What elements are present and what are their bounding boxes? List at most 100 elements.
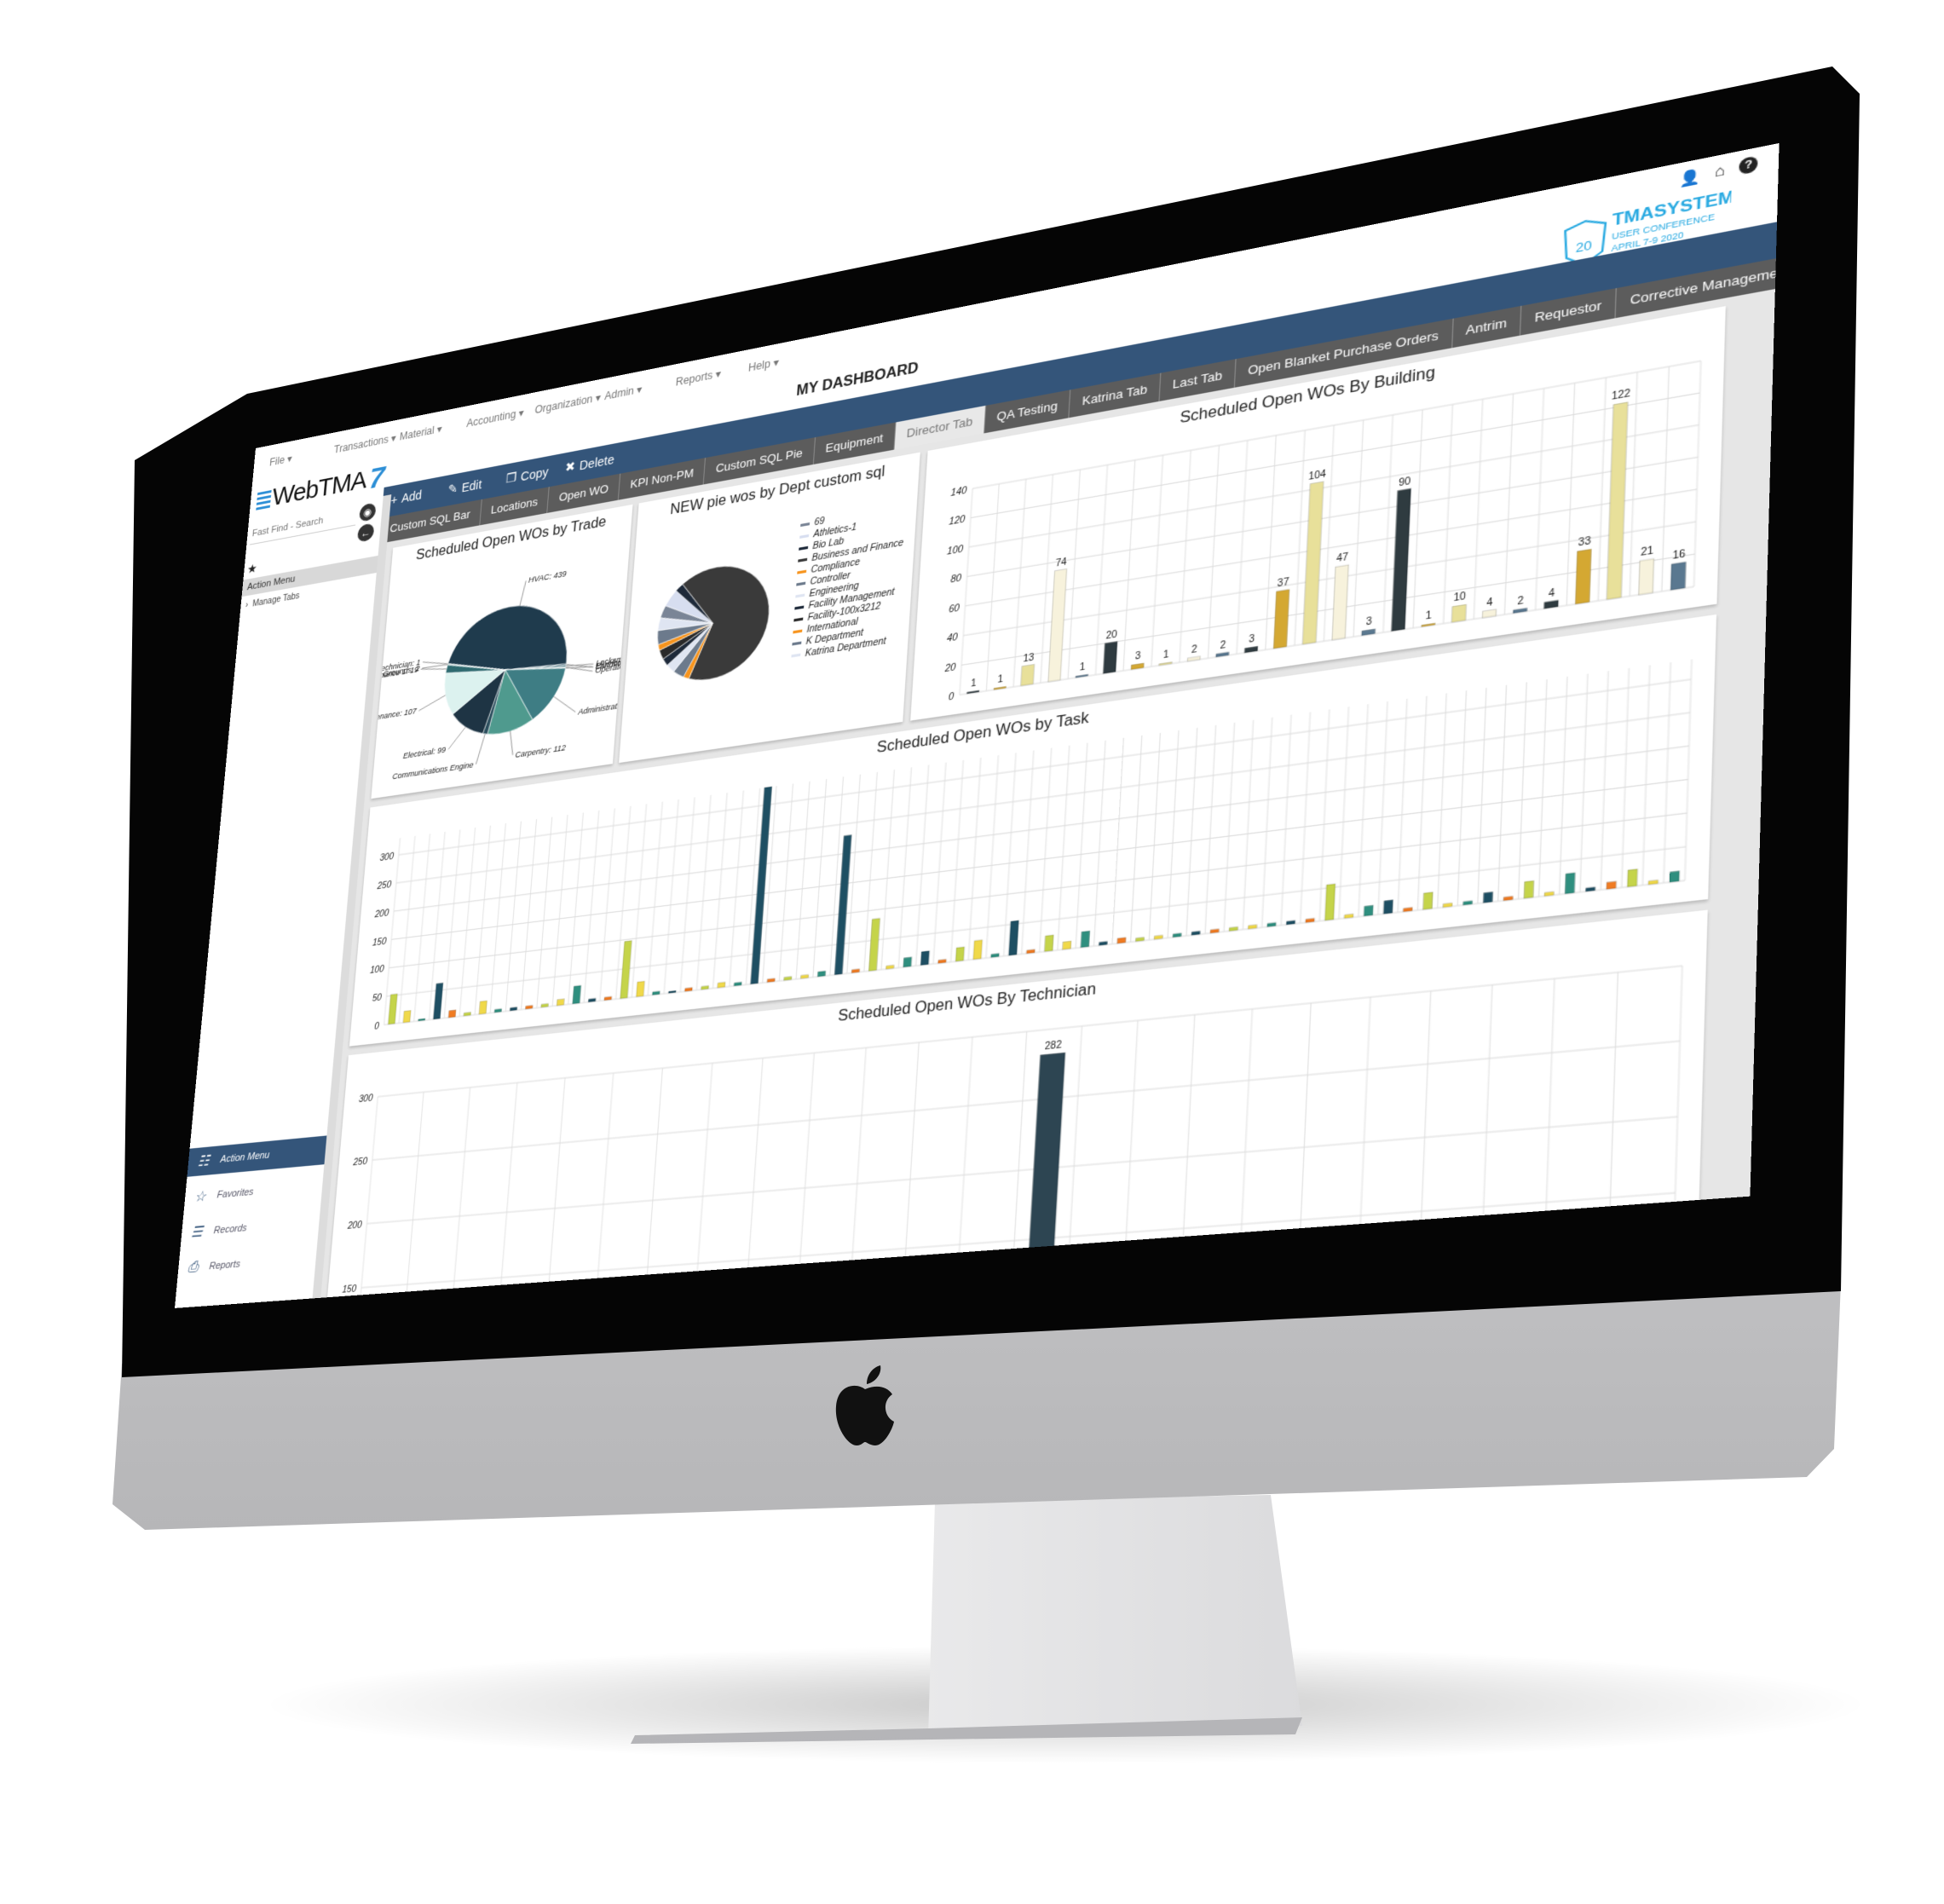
bar[interactable] <box>991 954 1000 958</box>
help-icon[interactable]: ? <box>1739 155 1757 175</box>
bar[interactable] <box>903 957 912 967</box>
back-arrow-icon[interactable]: ← <box>357 522 375 542</box>
bar[interactable] <box>1575 549 1591 604</box>
bar[interactable] <box>510 1007 516 1011</box>
bar[interactable] <box>1362 629 1376 636</box>
bar[interactable] <box>1544 891 1554 896</box>
bar[interactable] <box>557 999 564 1006</box>
bar[interactable] <box>1273 590 1289 649</box>
bar[interactable] <box>1451 604 1466 622</box>
bar[interactable] <box>1210 929 1219 933</box>
legend-label[interactable]: 69 <box>814 516 825 528</box>
bar[interactable] <box>1332 565 1349 640</box>
menu-transactions[interactable]: Transactions ▾ <box>333 432 396 456</box>
bar[interactable] <box>526 1006 534 1009</box>
bar[interactable] <box>1045 935 1054 951</box>
user-icon[interactable]: 👤 <box>1679 167 1701 189</box>
bar[interactable] <box>1136 938 1145 942</box>
bar[interactable] <box>652 991 660 995</box>
favorite-star-icon[interactable]: ★ <box>246 561 257 577</box>
bar[interactable] <box>1173 933 1181 938</box>
menu-help[interactable]: Help ▾ <box>747 355 779 374</box>
bar[interactable] <box>886 965 894 969</box>
bar[interactable] <box>1443 903 1452 908</box>
bar[interactable] <box>1670 562 1686 590</box>
bar[interactable] <box>851 969 859 973</box>
bar[interactable] <box>1648 880 1658 885</box>
bar[interactable] <box>1244 646 1258 653</box>
bar[interactable] <box>1404 908 1413 912</box>
bar[interactable] <box>1009 920 1019 955</box>
bar[interactable] <box>718 982 725 988</box>
bar[interactable] <box>1423 892 1433 909</box>
edit-button[interactable]: ✎ Edit <box>447 476 482 498</box>
bar[interactable] <box>588 998 596 1001</box>
bar[interactable] <box>1081 931 1090 947</box>
bar[interactable] <box>684 988 692 991</box>
bar[interactable] <box>1048 569 1067 682</box>
menu-material[interactable]: Material ▾ <box>399 423 442 443</box>
bar[interactable] <box>604 996 612 1000</box>
delete-button[interactable]: ✖ Delete <box>564 451 614 475</box>
bar[interactable] <box>1586 887 1595 891</box>
bar[interactable] <box>955 947 964 961</box>
bar[interactable] <box>1248 925 1256 929</box>
bar[interactable] <box>1103 642 1117 674</box>
bar[interactable] <box>938 960 946 964</box>
bar[interactable] <box>920 951 929 966</box>
bar[interactable] <box>1325 884 1335 920</box>
bar[interactable] <box>1639 559 1654 595</box>
bar[interactable] <box>1229 927 1237 932</box>
bar[interactable] <box>868 919 880 972</box>
nav-favorites[interactable]: ☆ Favorites <box>184 1172 324 1213</box>
bar[interactable] <box>637 981 645 996</box>
bar[interactable] <box>817 971 825 977</box>
bar[interactable] <box>1565 873 1575 894</box>
bar[interactable] <box>1513 608 1526 613</box>
bar[interactable] <box>1131 663 1144 670</box>
bar[interactable] <box>973 940 983 960</box>
bar[interactable] <box>1607 881 1616 889</box>
nav-reports[interactable]: ⎙ Reports <box>177 1243 317 1283</box>
bar[interactable] <box>541 1004 549 1007</box>
bar[interactable] <box>388 994 397 1024</box>
bar[interactable] <box>1344 914 1353 918</box>
nav-action-menu[interactable]: ☷ Action Menu <box>187 1135 327 1176</box>
bar[interactable] <box>494 1009 501 1013</box>
menu-admin[interactable]: Admin ▾ <box>604 383 643 402</box>
bar[interactable] <box>479 1001 487 1014</box>
bar[interactable] <box>433 983 443 1019</box>
bar[interactable] <box>701 986 709 990</box>
bar[interactable] <box>573 985 581 1004</box>
bar[interactable] <box>1187 656 1200 661</box>
bar[interactable] <box>448 1010 456 1018</box>
bar[interactable] <box>1524 880 1534 898</box>
bar[interactable] <box>1306 919 1314 923</box>
bar[interactable] <box>403 1011 411 1023</box>
bar[interactable] <box>1503 897 1513 901</box>
bar[interactable] <box>1267 923 1276 927</box>
bar[interactable] <box>767 978 775 983</box>
home-icon[interactable]: ⌂ <box>1715 162 1726 182</box>
bar[interactable] <box>1607 402 1628 600</box>
bar[interactable] <box>1302 482 1323 644</box>
bar[interactable] <box>1099 942 1107 946</box>
bar[interactable] <box>834 835 851 975</box>
bar[interactable] <box>1216 652 1229 657</box>
bar[interactable] <box>784 977 792 981</box>
bar[interactable] <box>1364 905 1373 916</box>
add-button[interactable]: + Add <box>390 488 423 507</box>
bar[interactable] <box>1383 900 1393 914</box>
menu-reports[interactable]: Reports ▾ <box>675 367 721 389</box>
bar[interactable] <box>801 975 809 979</box>
bar[interactable] <box>1670 871 1680 882</box>
bar[interactable] <box>751 787 772 984</box>
bar[interactable] <box>1063 941 1071 949</box>
bar[interactable] <box>1021 665 1035 686</box>
bar[interactable] <box>1117 938 1126 943</box>
bar[interactable] <box>734 982 741 985</box>
bar[interactable] <box>1154 935 1162 939</box>
bar[interactable] <box>1463 901 1473 905</box>
bar[interactable] <box>464 1013 470 1016</box>
menu-file[interactable]: File ▾ <box>269 453 293 469</box>
